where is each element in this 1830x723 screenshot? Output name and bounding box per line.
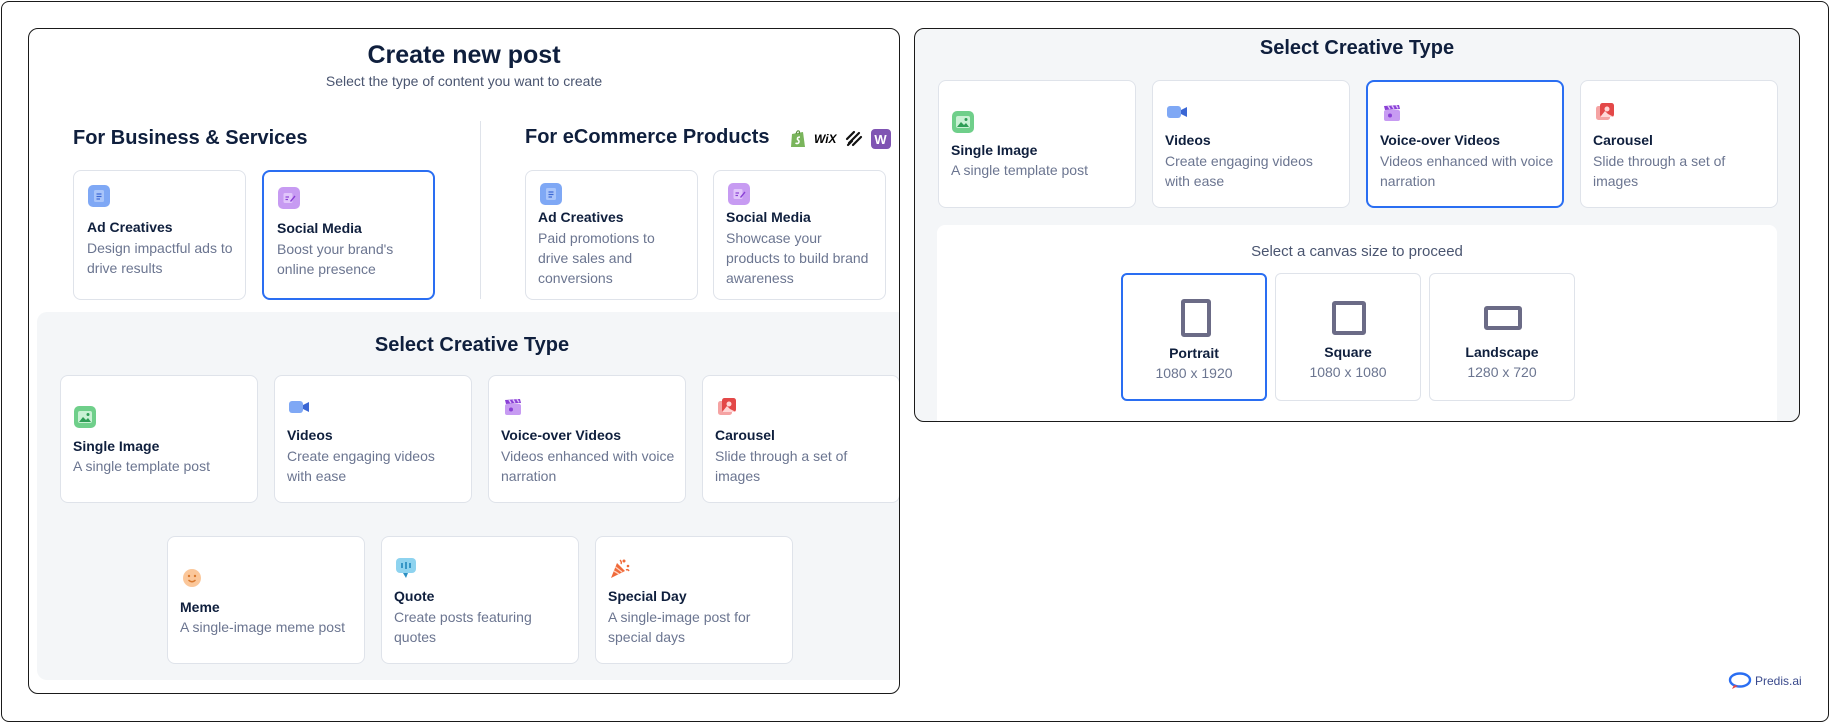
card-description: A single-image post for special days [608, 609, 751, 645]
meme-card[interactable]: Meme A single-image meme post [167, 536, 365, 664]
card-title: Carousel [1593, 132, 1653, 148]
section-divider [480, 121, 481, 299]
document-icon [88, 185, 110, 207]
card-description: A single template post [73, 458, 210, 474]
card-description: Slide through a set of images [715, 448, 848, 484]
ecommerce-ad-creatives-card[interactable]: Ad Creatives Paid promotions to drive sa… [525, 170, 698, 300]
document-icon [540, 183, 562, 205]
canvas-prompt: Select a canvas size to proceed [1251, 243, 1463, 260]
single-image-card[interactable]: Single Image A single template post [60, 375, 258, 503]
single-image-card[interactable]: Single Image A single template post [938, 80, 1136, 208]
creative-type-section: Select Creative Type Single Image A sing… [37, 312, 899, 680]
video-camera-icon [288, 396, 310, 418]
page-title: Create new post [367, 41, 561, 69]
card-title: Quote [394, 588, 435, 604]
carousel-icon [1594, 101, 1616, 123]
card-description: A single-image meme post [180, 619, 345, 635]
clapperboard-icon [1381, 102, 1403, 124]
video-camera-icon [1166, 101, 1188, 123]
quote-card[interactable]: Quote Create posts featuring quotes [381, 536, 579, 664]
platform-logos: WiX W [789, 129, 891, 149]
business-heading: For Business & Services [73, 127, 308, 149]
voice-over-videos-card[interactable]: Voice-over Videos Videos enhanced with v… [1366, 80, 1564, 208]
page-subtitle: Select the type of content you want to c… [325, 73, 603, 89]
card-title: Social Media [277, 220, 362, 236]
card-title: Videos [287, 427, 333, 443]
card-title: Special Day [608, 588, 687, 604]
creative-type-heading: Select Creative Type [1259, 37, 1455, 59]
card-description: Create engaging videos with ease [1165, 153, 1313, 189]
portrait-size-option[interactable]: Portrait 1080 x 1920 [1121, 273, 1267, 401]
card-title: Single Image [73, 438, 160, 454]
voice-over-videos-card[interactable]: Voice-over Videos Videos enhanced with v… [488, 375, 686, 503]
business-social-media-card[interactable]: Social Media Boost your brand's online p… [262, 170, 435, 300]
edit-icon [278, 187, 300, 209]
card-description: Paid promotions to drive sales and conve… [538, 230, 655, 286]
wix-icon: WiX [814, 132, 837, 146]
size-name: Landscape [1465, 344, 1539, 360]
image-icon [952, 111, 974, 133]
party-popper-icon [609, 557, 631, 579]
card-description: Videos enhanced with voice narration [1380, 153, 1554, 189]
predis-logo-icon [1728, 672, 1752, 689]
canvas-size-section: Select a canvas size to proceed Portrait… [937, 225, 1777, 421]
size-dimensions: 1280 x 720 [1467, 364, 1537, 380]
woocommerce-icon: W [870, 129, 891, 149]
business-ad-creatives-card[interactable]: Ad Creatives Design impactful ads to dri… [73, 170, 246, 300]
square-shape-icon [1332, 301, 1366, 335]
ecommerce-social-media-card[interactable]: Social Media Showcase your products to b… [713, 170, 886, 300]
landscape-shape-icon [1484, 306, 1522, 330]
carousel-icon [716, 396, 738, 418]
card-title: Social Media [726, 209, 811, 225]
predis-brand-text: Predis.ai [1755, 674, 1802, 688]
image-icon [74, 406, 96, 428]
card-description: Slide through a set of images [1593, 153, 1726, 189]
quote-bubble-icon [395, 557, 417, 579]
smiley-icon [181, 567, 203, 589]
card-title: Ad Creatives [538, 209, 624, 225]
card-title: Single Image [951, 142, 1038, 158]
ecommerce-heading: For eCommerce Products [525, 126, 770, 148]
carousel-card[interactable]: Carousel Slide through a set of images [1580, 80, 1778, 208]
card-title: Videos [1165, 132, 1211, 148]
card-title: Voice-over Videos [1380, 132, 1501, 148]
card-title: Carousel [715, 427, 775, 443]
size-name: Square [1324, 344, 1372, 360]
landscape-size-option[interactable]: Landscape 1280 x 720 [1429, 273, 1575, 401]
videos-card[interactable]: Videos Create engaging videos with ease [274, 375, 472, 503]
creative-type-heading: Select Creative Type [374, 334, 570, 356]
size-name: Portrait [1169, 345, 1219, 361]
size-dimensions: 1080 x 1080 [1309, 364, 1387, 380]
squarespace-icon [844, 130, 864, 148]
card-description: Design impactful ads to drive results [87, 240, 233, 276]
clapperboard-icon [502, 396, 524, 418]
portrait-shape-icon [1181, 299, 1211, 337]
videos-card[interactable]: Videos Create engaging videos with ease [1152, 80, 1350, 208]
card-description: Create posts featuring quotes [394, 609, 532, 645]
card-description: A single template post [951, 162, 1088, 178]
square-size-option[interactable]: Square 1080 x 1080 [1275, 273, 1421, 401]
predis-branding: Predis.ai [1728, 672, 1802, 690]
size-dimensions: 1080 x 1920 [1155, 365, 1233, 381]
card-description: Create engaging videos with ease [287, 448, 435, 484]
edit-icon [728, 183, 750, 205]
carousel-card[interactable]: Carousel Slide through a set of images [702, 375, 899, 503]
card-description: Showcase your products to build brand aw… [726, 230, 869, 286]
card-title: Voice-over Videos [501, 427, 622, 443]
card-title: Meme [180, 599, 220, 615]
card-title: Ad Creatives [87, 219, 173, 235]
creative-type-panel: Select Creative Type Single Image A sing… [914, 28, 1800, 422]
special-day-card[interactable]: Special Day A single-image post for spec… [595, 536, 793, 664]
card-description: Videos enhanced with voice narration [501, 448, 675, 484]
create-post-panel: Create new post Select the type of conte… [28, 28, 900, 694]
shopify-icon [789, 129, 807, 149]
card-description: Boost your brand's online presence [277, 241, 394, 277]
